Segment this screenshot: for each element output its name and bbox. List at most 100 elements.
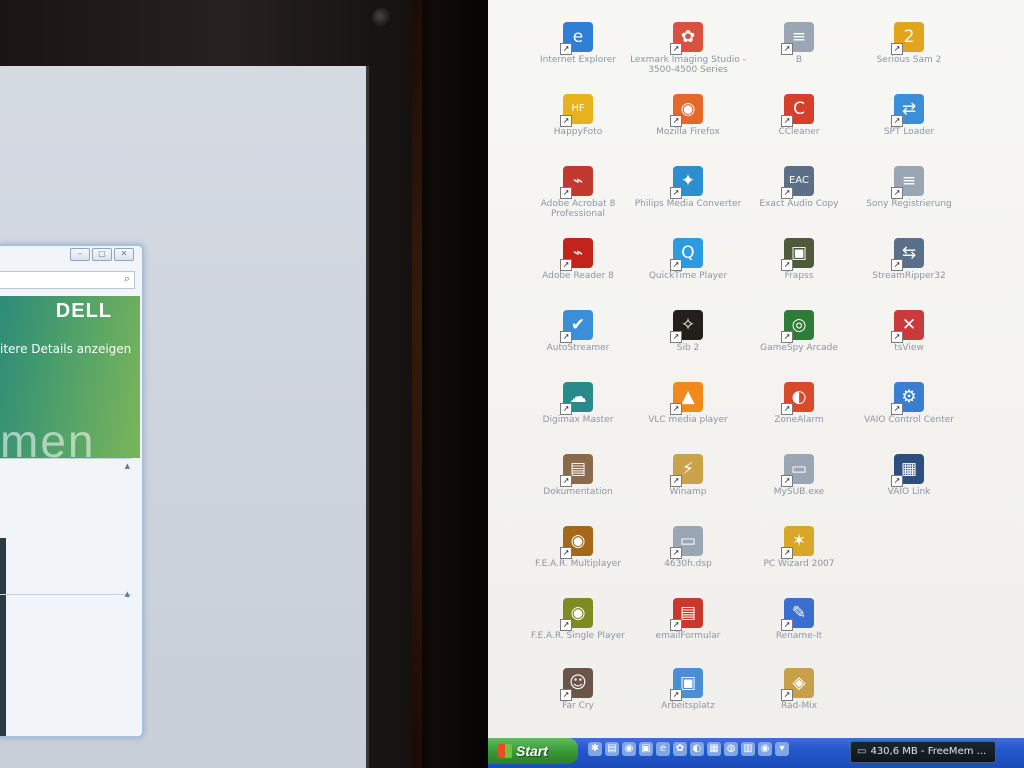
shortcut-arrow-icon: ↗ <box>670 187 682 199</box>
shortcut-arrow-icon: ↗ <box>781 619 793 631</box>
vista-window: – ▢ ✕ ⌕ DELL itere Details anzeigen men … <box>0 244 144 738</box>
shortcut-arrow-icon: ↗ <box>891 43 903 55</box>
desktop-icon[interactable]: ⇄ ↗ SPT Loader <box>844 94 974 158</box>
quick-launch-firefox-icon[interactable]: ◉ <box>758 742 772 756</box>
shortcut-arrow-icon: ↗ <box>781 187 793 199</box>
happyfoto-icon: HF ↗ <box>560 94 593 127</box>
tsview-red-x-icon: ✕ ↗ <box>891 310 924 343</box>
gamespy-icon: ◎ ↗ <box>781 310 814 343</box>
dell-logo: DELL <box>55 300 112 322</box>
desktop-icon[interactable]: ✕ ↗ tsView <box>844 310 974 374</box>
winamp-icon: ⚡ ↗ <box>670 454 703 487</box>
shortcut-arrow-icon: ↗ <box>560 403 572 415</box>
start-button[interactable]: Start <box>488 738 578 764</box>
shortcut-arrow-icon: ↗ <box>560 689 572 701</box>
internet-explorer-icon: e ↗ <box>560 22 593 55</box>
window-section-divider <box>0 594 132 595</box>
quick-launch-icon-6[interactable]: ✿ <box>673 742 687 756</box>
shortcut-arrow-icon: ↗ <box>781 547 793 559</box>
quick-launch-icon-2[interactable]: ▤ <box>605 742 619 756</box>
quick-launch-icon-7[interactable]: ◐ <box>690 742 704 756</box>
close-button[interactable]: ✕ <box>114 248 134 261</box>
desktop-icon[interactable]: ✎ ↗ Rename-It <box>734 598 864 662</box>
shortcut-arrow-icon: ↗ <box>891 115 903 127</box>
shortcut-arrow-icon: ↗ <box>560 115 572 127</box>
desktop-icon[interactable]: ◈ ↗ Rad-Mix <box>734 668 864 732</box>
quick-launch-icon-1[interactable]: ✱ <box>588 742 602 756</box>
shortcut-arrow-icon: ↗ <box>560 547 572 559</box>
freemem-icon: ▭ <box>857 746 867 757</box>
desktop-icon-label: Rename-It <box>775 631 823 641</box>
quick-launch-icon-12[interactable]: ▾ <box>775 742 789 756</box>
desktop-icon[interactable]: ≡ ↗ Sony Registrierung <box>844 166 974 230</box>
fraps-monitor-icon: ▣ ↗ <box>781 238 814 271</box>
desktop-icon-label: SPT Loader <box>883 127 935 137</box>
lexmark-flower-icon: ✿ ↗ <box>670 22 703 55</box>
shortcut-arrow-icon: ↗ <box>670 689 682 701</box>
vaio-link-icon: ▦ ↗ <box>891 454 924 487</box>
shortcut-arrow-icon: ↗ <box>560 331 572 343</box>
quick-launch-bar: ✱ ▤ ◉ ▣ e ✿ ◐ ▦ ◍ ▥ ◉ ▾ <box>588 742 789 756</box>
minimize-button[interactable]: – <box>70 248 90 261</box>
window-controls: – ▢ ✕ <box>70 248 134 261</box>
quick-launch-icon-3[interactable]: ◉ <box>622 742 636 756</box>
desktop-icon[interactable]: ⇆ ↗ StreamRipper32 <box>844 238 974 302</box>
desktop-icon[interactable]: 2 ↗ Serious Sam 2 <box>844 22 974 86</box>
quicktime-icon: Q ↗ <box>670 238 703 271</box>
quick-launch-icon-8[interactable]: ▦ <box>707 742 721 756</box>
taskbar-button-freemem[interactable]: ▭ 430,6 MB - FreeMem ... <box>850 741 996 763</box>
documentation-bag-icon: ▤ ↗ <box>560 454 593 487</box>
shortcut-arrow-icon: ↗ <box>670 547 682 559</box>
left-monitor-screen: – ▢ ✕ ⌕ DELL itere Details anzeigen men … <box>0 66 369 768</box>
desktop-icon-label: Serious Sam 2 <box>876 55 942 65</box>
shortcut-arrow-icon: ↗ <box>781 475 793 487</box>
quick-launch-icon-4[interactable]: ▣ <box>639 742 653 756</box>
ccleaner-icon: C ↗ <box>781 94 814 127</box>
search-icon[interactable]: ⌕ <box>124 272 130 286</box>
eac-disc-icon: EAC ↗ <box>781 166 814 199</box>
shortcut-arrow-icon: ↗ <box>670 475 682 487</box>
banner-details-link[interactable]: itere Details anzeigen <box>0 342 131 356</box>
desktop-icon[interactable]: ▦ ↗ VAIO Link <box>844 454 974 518</box>
shortcut-arrow-icon: ↗ <box>560 475 572 487</box>
rename-pencil-icon: ✎ ↗ <box>781 598 814 631</box>
quick-launch-icon-10[interactable]: ▥ <box>741 742 755 756</box>
shortcut-arrow-icon: ↗ <box>560 187 572 199</box>
chevron-up-icon[interactable]: ▲ <box>125 590 130 598</box>
far-cry-face-icon: ☺ ↗ <box>560 668 593 701</box>
acrobat-document-icon: ⌁ ↗ <box>560 166 593 199</box>
window-search-input[interactable]: ⌕ <box>0 271 135 289</box>
desktop-icon-label: Sony Registrierung <box>866 199 952 209</box>
desktop-icon-label: PC Wizard 2007 <box>763 559 835 569</box>
maximize-button[interactable]: ▢ <box>92 248 112 261</box>
media-converter-icon: ✦ ↗ <box>670 166 703 199</box>
serious-sam-badge-icon: 2 ↗ <box>891 22 924 55</box>
desktop-icon[interactable]: ✶ ↗ PC Wizard 2007 <box>734 526 864 590</box>
taskbar: Start ✱ ▤ ◉ ▣ e ✿ ◐ ▦ ◍ ▥ ◉ ▾ ▭ 430,6 MB - FreeMem .… <box>488 738 1024 768</box>
pdf-document-icon: ▤ ↗ <box>670 598 703 631</box>
rad-mix-icon: ◈ ↗ <box>781 668 814 701</box>
desktop-icon-label: VAIO Link <box>887 487 931 497</box>
chevron-up-icon[interactable]: ▲ <box>125 462 130 470</box>
quick-launch-icon-9[interactable]: ◍ <box>724 742 738 756</box>
fear-eye-icon: ◉ ↗ <box>560 526 593 559</box>
registration-document-icon: ≡ ↗ <box>891 166 924 199</box>
firefox-icon: ◉ ↗ <box>670 94 703 127</box>
webcam-icon <box>372 8 392 28</box>
shortcut-arrow-icon: ↗ <box>670 43 682 55</box>
gear-icon: ⚙ ↗ <box>891 382 924 415</box>
desktop-icon[interactable]: ⚙ ↗ VAIO Control Center <box>844 382 974 446</box>
shortcut-arrow-icon: ↗ <box>560 259 572 271</box>
shortcut-arrow-icon: ↗ <box>781 115 793 127</box>
monitor-gap <box>412 0 490 768</box>
quick-launch-ie-icon[interactable]: e <box>656 742 670 756</box>
shortcut-arrow-icon: ↗ <box>560 43 572 55</box>
digimax-camera-icon: ☁ ↗ <box>560 382 593 415</box>
streamripper-icon: ⇆ ↗ <box>891 238 924 271</box>
shortcut-arrow-icon: ↗ <box>670 403 682 415</box>
shortcut-arrow-icon: ↗ <box>670 259 682 271</box>
desktop-icon-label: StreamRipper32 <box>872 271 946 281</box>
desktop-icon-label: Rad-Mix <box>780 701 818 711</box>
sib-figure-icon: ✧ ↗ <box>670 310 703 343</box>
shortcut-arrow-icon: ↗ <box>891 475 903 487</box>
